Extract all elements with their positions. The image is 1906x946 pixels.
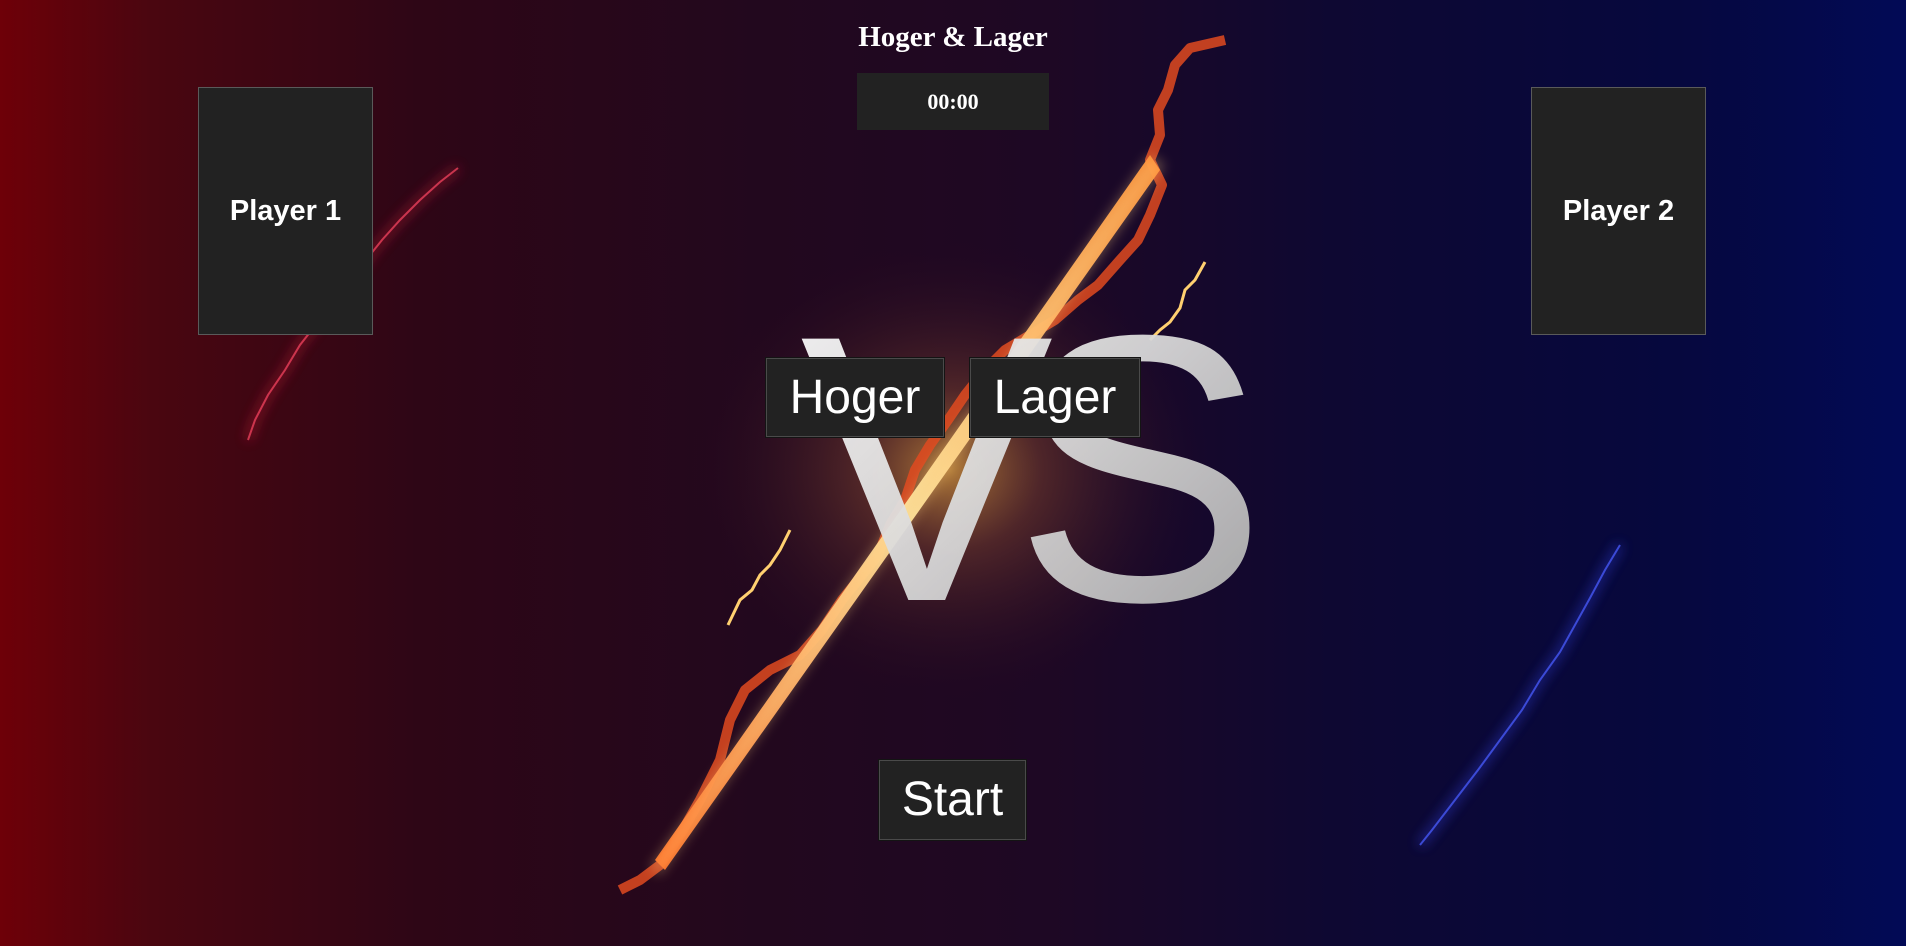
- player-2-card: Player 2: [1531, 87, 1706, 335]
- right-lightning: [1417, 543, 1623, 847]
- spark-upper: [1148, 261, 1207, 342]
- higher-button[interactable]: Hoger: [765, 357, 945, 438]
- center-glow: [690, 240, 1210, 700]
- player-1-card: Player 1: [198, 87, 373, 335]
- timer-display: 00:00: [857, 73, 1049, 130]
- lower-button[interactable]: Lager: [969, 357, 1141, 438]
- vs-text: VS: [800, 256, 1251, 681]
- game-title: Hoger & Lager: [858, 21, 1048, 53]
- spark-lower: [726, 529, 792, 626]
- start-button[interactable]: Start: [878, 759, 1027, 841]
- player-1-label: Player 1: [229, 194, 342, 227]
- player-2-label: Player 2: [1562, 194, 1675, 227]
